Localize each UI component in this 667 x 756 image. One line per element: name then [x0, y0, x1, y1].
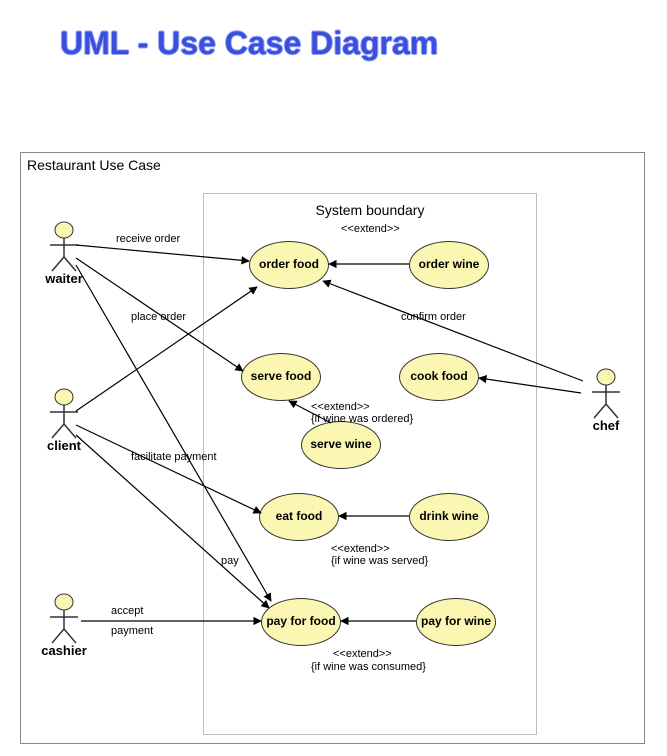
actor-icon: [46, 221, 82, 273]
actor-chef: chef: [581, 368, 631, 433]
usecase-order-wine: order wine: [409, 241, 489, 289]
actor-icon: [46, 593, 82, 645]
system-boundary-label: System boundary: [204, 202, 536, 218]
label-extend-3: <<extend>>: [331, 543, 390, 555]
label-if-ordered: {if wine was ordered}: [311, 413, 413, 425]
usecase-pay-for-food: pay for food: [261, 598, 341, 646]
usecase-order-food: order food: [249, 241, 329, 289]
label-extend-2: <<extend>>: [311, 401, 370, 413]
actor-icon: [588, 368, 624, 420]
actor-waiter: waiter: [39, 221, 89, 286]
diagram-frame: Restaurant Use Case System boundary wait…: [20, 152, 645, 744]
usecase-cook-food: cook food: [399, 353, 479, 401]
label-extend-4: <<extend>>: [333, 648, 392, 660]
actor-label: chef: [581, 418, 631, 433]
label-facilitate-payment: facilitate payment: [131, 451, 217, 463]
actor-icon: [46, 388, 82, 440]
label-if-served: {if wine was served}: [331, 555, 428, 567]
usecase-drink-wine: drink wine: [409, 493, 489, 541]
label-extend-1: <<extend>>: [341, 223, 400, 235]
label-payment: payment: [111, 625, 153, 637]
label-receive-order: receive order: [116, 233, 180, 245]
usecase-serve-food: serve food: [241, 353, 321, 401]
actor-label: cashier: [39, 643, 89, 658]
actor-client: client: [39, 388, 89, 453]
label-accept: accept: [111, 605, 143, 617]
page-title: UML - Use Case Diagram: [60, 25, 438, 62]
usecase-eat-food: eat food: [259, 493, 339, 541]
usecase-serve-wine: serve wine: [301, 421, 381, 469]
actor-cashier: cashier: [39, 593, 89, 658]
label-confirm-order: confirm order: [401, 311, 466, 323]
label-if-consumed: {if wine was consumed}: [311, 661, 426, 673]
actor-label: client: [39, 438, 89, 453]
actor-label: waiter: [39, 271, 89, 286]
label-pay: pay: [221, 555, 239, 567]
usecase-pay-for-wine: pay for wine: [416, 598, 496, 646]
label-place-order: place order: [131, 311, 186, 323]
frame-label: Restaurant Use Case: [27, 157, 161, 173]
